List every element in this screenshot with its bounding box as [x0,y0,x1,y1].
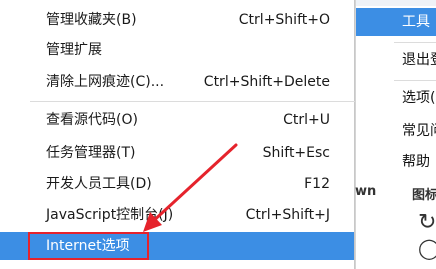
menu-item-shortcut: F12 [304,176,330,192]
menu-item-shortcut: Ctrl+U [283,112,330,128]
background-title-fragment: 图标 [412,188,436,203]
parent-item-faq[interactable]: 常见问题 [356,117,436,145]
menu-item-manage-favorites[interactable]: 管理收藏夹(B) Ctrl+Shift+O [0,6,354,34]
menu-separator [30,101,355,102]
parent-menu-separator [394,80,436,81]
menu-item-task-manager[interactable]: 任务管理器(T) Shift+Esc [0,139,354,167]
parent-menu-top-strip [356,0,436,6]
menu-item-view-source[interactable]: 查看源代码(O) Ctrl+U [0,106,354,134]
parent-item-label: 工具 [402,14,430,30]
menu-item-shortcut: Shift+Esc [262,145,330,161]
menu-item-label: 管理收藏夹(B) [46,12,137,28]
parent-item-tools[interactable]: 工具 [356,8,436,36]
circle-icon: ◯ [418,236,436,260]
menu-item-label: 管理扩展 [46,42,102,58]
refresh-icon[interactable]: ↻ [418,210,436,235]
parent-item-label: 退出登录 [402,52,436,68]
menu-item-label: 任务管理器(T) [46,145,136,161]
menu-item-label: JavaScript控制台(J) [46,207,174,223]
menu-item-label: 查看源代码(O) [46,112,138,128]
menu-item-developer-tools[interactable]: 开发人员工具(D) F12 [0,170,354,198]
annotation-highlight-box [28,232,149,260]
menu-item-javascript-console[interactable]: JavaScript控制台(J) Ctrl+Shift+J [0,201,354,229]
menu-item-shortcut: Ctrl+Shift+Delete [203,74,330,90]
parent-item-label: 常见问题 [402,123,436,139]
menu-item-shortcut: Ctrl+Shift+O [238,12,330,28]
parent-menu-separator [394,42,436,43]
menu-item-label: 清除上网痕迹(C)... [46,74,165,90]
parent-item-logout[interactable]: 退出登录 [356,46,436,74]
background-text-fragment: wn [355,184,377,199]
parent-item-label: 帮助 [402,154,430,170]
menu-item-clear-history[interactable]: 清除上网痕迹(C)... Ctrl+Shift+Delete [0,68,354,96]
menu-item-shortcut: Ctrl+Shift+J [245,207,330,223]
menu-item-label: 开发人员工具(D) [46,176,152,192]
menu-item-manage-extensions[interactable]: 管理扩展 [0,36,354,64]
tools-submenu: 管理收藏夹(B) Ctrl+Shift+O 管理扩展 清除上网痕迹(C)... … [0,0,355,269]
parent-item-help[interactable]: 帮助 [356,148,436,176]
parent-item-label: 选项(O) [402,90,436,106]
parent-item-options[interactable]: 选项(O) [356,84,436,112]
